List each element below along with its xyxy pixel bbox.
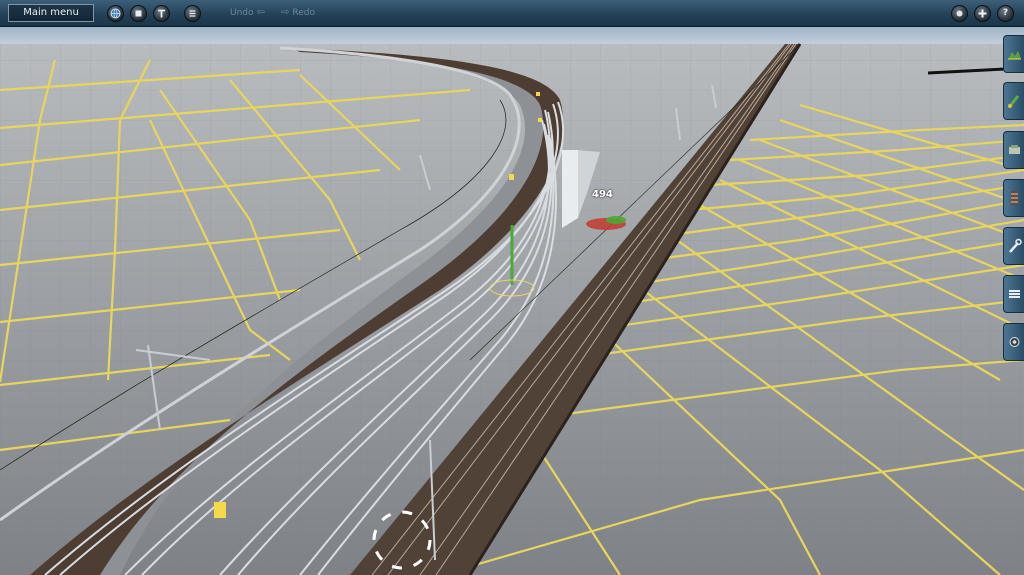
- terrain-icon: [1008, 51, 1021, 60]
- objects-icon: [1009, 145, 1020, 154]
- redo-arrow-icon: ⇨: [281, 7, 290, 18]
- redo-button[interactable]: ⇨ Redo: [278, 7, 315, 18]
- rotate-gizmo-handle[interactable]: [606, 216, 626, 224]
- 3d-viewport[interactable]: 494: [0, 27, 1024, 575]
- plus-icon[interactable]: [974, 5, 991, 22]
- paint-icon: [1008, 95, 1020, 108]
- side-tab-terrain[interactable]: [1003, 35, 1024, 73]
- camera-icon[interactable]: [951, 5, 968, 22]
- list-icon[interactable]: [184, 5, 201, 22]
- undo-label: Undo: [230, 8, 254, 18]
- height-readout: 494: [592, 189, 613, 200]
- track-icon: [1011, 191, 1018, 205]
- side-tab-tools[interactable]: [1003, 227, 1024, 265]
- help-icon[interactable]: ?: [997, 5, 1014, 22]
- settings-icon: [1009, 337, 1020, 347]
- station-building: [562, 150, 578, 228]
- undo-button[interactable]: Undo ⇦: [230, 7, 268, 18]
- redo-label: Redo: [292, 8, 315, 18]
- stop-icon[interactable]: [130, 5, 147, 22]
- top-toolbar: Main menu Undo ⇦ ⇨ Redo ?: [0, 0, 1024, 27]
- side-tab-settings[interactable]: [1003, 323, 1024, 361]
- layers-icon: [1009, 290, 1020, 298]
- side-tab-paint[interactable]: [1003, 82, 1024, 120]
- tools-icon: [1009, 238, 1022, 253]
- text-icon[interactable]: [153, 5, 170, 22]
- globe-icon[interactable]: [107, 5, 124, 22]
- side-tab-objects[interactable]: [1003, 131, 1024, 169]
- side-tab-layers[interactable]: [1003, 275, 1024, 313]
- undo-arrow-icon: ⇦: [256, 7, 265, 18]
- main-menu-button[interactable]: Main menu: [8, 4, 94, 22]
- side-tab-track[interactable]: [1003, 179, 1024, 217]
